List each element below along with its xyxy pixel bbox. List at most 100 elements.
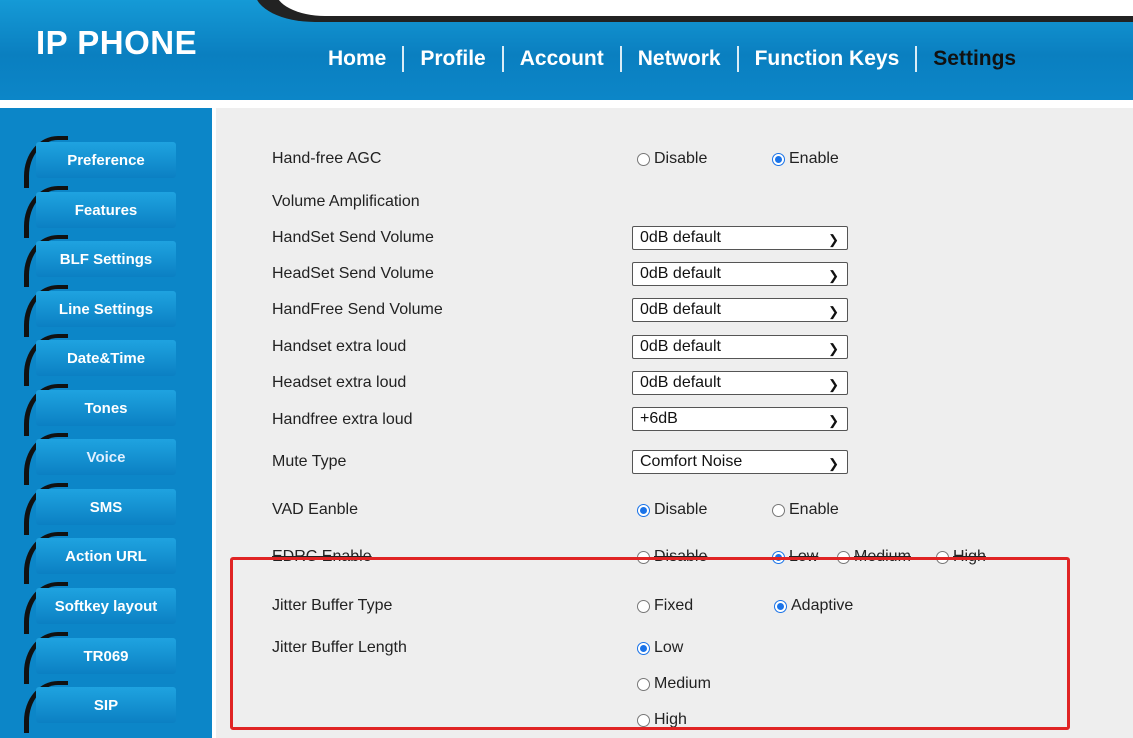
chevron-down-icon: ❯ <box>828 268 839 283</box>
radio-button[interactable] <box>936 550 949 564</box>
radio-label: Disable <box>654 501 708 518</box>
jitter-length-medium-option[interactable]: Medium <box>637 675 711 693</box>
edrc-disable-option[interactable]: Disable <box>637 548 707 566</box>
sidebar-button-line-settings[interactable]: Line Settings <box>36 291 176 327</box>
radio-button[interactable] <box>837 550 850 564</box>
sidebar-item-action-url: Action URL <box>24 532 176 584</box>
top-navigation: Home Profile Account Network Function Ke… <box>312 44 1032 74</box>
sidebar-button-sip[interactable]: SIP <box>36 687 176 723</box>
jitter-type-adaptive-option[interactable]: Adaptive <box>774 597 853 615</box>
chevron-down-icon: ❯ <box>828 456 839 471</box>
sidebar-button-softkey-layout[interactable]: Softkey layout <box>36 588 176 624</box>
sidebar-item-sms: SMS <box>24 483 176 535</box>
vad-enable-label: VAD Eanble <box>272 501 358 518</box>
radio-button[interactable] <box>637 550 650 564</box>
radio-button-checked[interactable] <box>774 599 787 613</box>
nav-home[interactable]: Home <box>312 47 402 71</box>
radio-button[interactable] <box>637 713 650 727</box>
nav-divider <box>619 46 622 72</box>
sidebar-item-features: Features <box>24 186 176 238</box>
radio-button-checked[interactable] <box>637 503 650 517</box>
headset-extra-loud-select[interactable]: 0dB default ❯ <box>632 371 848 395</box>
radio-label: Adaptive <box>791 597 854 614</box>
sidebar-button-action-url[interactable]: Action URL <box>36 538 176 574</box>
sidebar-button-tr069[interactable]: TR069 <box>36 638 176 674</box>
select-value: Comfort Noise <box>640 453 743 470</box>
handfree-extra-loud-select[interactable]: +6dB ❯ <box>632 407 848 431</box>
radio-button[interactable] <box>637 152 650 166</box>
vad-disable-option[interactable]: Disable <box>637 501 707 519</box>
handset-send-volume-label: HandSet Send Volume <box>272 229 434 246</box>
chevron-down-icon: ❯ <box>828 304 839 319</box>
headset-send-volume-label: HeadSet Send Volume <box>272 265 434 282</box>
sidebar-button-preference[interactable]: Preference <box>36 142 176 178</box>
radio-label: Disable <box>654 548 708 565</box>
radio-label: Low <box>654 639 684 656</box>
headset-extra-loud-label: Headset extra loud <box>272 374 407 391</box>
radio-button[interactable] <box>772 503 785 517</box>
handset-extra-loud-select[interactable]: 0dB default ❯ <box>632 335 848 359</box>
sidebar-item-tr069: TR069 <box>24 632 176 684</box>
handfree-agc-label: Hand-free AGC <box>272 150 382 167</box>
handfree-agc-disable-option[interactable]: Disable <box>637 150 707 168</box>
jitter-type-fixed-option[interactable]: Fixed <box>637 597 693 615</box>
radio-button-checked[interactable] <box>772 550 785 564</box>
sidebar: Preference Features BLF Settings Line Se… <box>0 108 212 738</box>
volume-amplification-heading: Volume Amplification <box>272 193 420 210</box>
nav-function-keys[interactable]: Function Keys <box>739 47 916 71</box>
radio-button[interactable] <box>637 599 650 613</box>
vad-enable-option[interactable]: Enable <box>772 501 839 519</box>
handfree-send-volume-label: HandFree Send Volume <box>272 301 443 318</box>
nav-settings[interactable]: Settings <box>917 47 1032 71</box>
sidebar-item-preference: Preference <box>24 136 176 188</box>
nav-divider <box>736 46 739 72</box>
chevron-down-icon: ❯ <box>828 413 839 428</box>
radio-button-checked[interactable] <box>637 641 650 655</box>
jitter-length-low-option[interactable]: Low <box>637 639 683 657</box>
radio-label: High <box>953 548 986 565</box>
radio-label: Disable <box>654 150 708 167</box>
nav-divider <box>915 46 918 72</box>
app-title: IP PHONE <box>36 24 198 61</box>
nav-profile[interactable]: Profile <box>404 47 501 71</box>
nav-divider <box>501 46 504 72</box>
radio-label: Fixed <box>654 597 694 614</box>
select-value: 0dB default <box>640 374 721 391</box>
edrc-enable-label: EDRC Enable <box>272 548 372 565</box>
sidebar-item-line-settings: Line Settings <box>24 285 176 337</box>
mute-type-select[interactable]: Comfort Noise ❯ <box>632 450 848 474</box>
edrc-low-option[interactable]: Low <box>772 548 818 566</box>
chevron-down-icon: ❯ <box>828 341 839 356</box>
sidebar-button-sms[interactable]: SMS <box>36 489 176 525</box>
radio-label: Medium <box>654 675 711 692</box>
handfree-extra-loud-label: Handfree extra loud <box>272 411 413 428</box>
header-decoration-inner <box>275 0 1133 16</box>
edrc-medium-option[interactable]: Medium <box>837 548 911 566</box>
sidebar-button-features[interactable]: Features <box>36 192 176 228</box>
sidebar-button-date-time[interactable]: Date&Time <box>36 340 176 376</box>
sidebar-button-blf-settings[interactable]: BLF Settings <box>36 241 176 277</box>
radio-button-checked[interactable] <box>772 152 785 166</box>
select-value: +6dB <box>640 410 678 427</box>
chevron-down-icon: ❯ <box>828 377 839 392</box>
jitter-buffer-length-label: Jitter Buffer Length <box>272 639 407 656</box>
sidebar-item-sip: SIP <box>24 681 176 733</box>
radio-label: Medium <box>854 548 911 565</box>
select-value: 0dB default <box>640 265 721 282</box>
select-value: 0dB default <box>640 338 721 355</box>
edrc-high-option[interactable]: High <box>936 548 986 566</box>
handset-send-volume-select[interactable]: 0dB default ❯ <box>632 226 848 250</box>
sidebar-button-tones[interactable]: Tones <box>36 390 176 426</box>
jitter-length-high-option[interactable]: High <box>637 711 687 729</box>
radio-button[interactable] <box>637 677 650 691</box>
headset-send-volume-select[interactable]: 0dB default ❯ <box>632 262 848 286</box>
nav-network[interactable]: Network <box>622 47 737 71</box>
nav-account[interactable]: Account <box>504 47 620 71</box>
handfree-send-volume-select[interactable]: 0dB default ❯ <box>632 298 848 322</box>
handfree-agc-enable-option[interactable]: Enable <box>772 150 839 168</box>
sidebar-button-voice[interactable]: Voice <box>36 439 176 475</box>
header-bar: IP PHONE Home Profile Account Network Fu… <box>0 0 1133 100</box>
sidebar-item-date-time: Date&Time <box>24 334 176 386</box>
radio-label: Enable <box>789 501 839 518</box>
chevron-down-icon: ❯ <box>828 232 839 247</box>
